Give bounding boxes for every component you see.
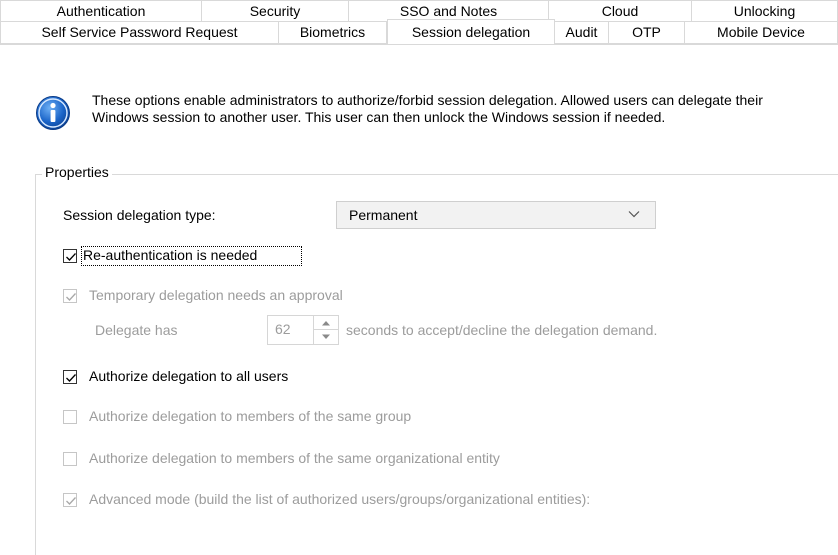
checkmark-icon [66,253,76,261]
same-entity-label[interactable]: Authorize delegation to members of the s… [89,450,500,466]
tab-session-delegation[interactable]: Session delegation [387,19,555,44]
tab-biometrics[interactable]: Biometrics [279,22,387,44]
delegation-type-select[interactable]: Permanent [336,201,656,229]
delegate-has-label: Delegate has [95,322,178,338]
tab-self-service-password-request[interactable]: Self Service Password Request [0,22,279,44]
properties-legend: Properties [42,164,112,180]
checkmark-icon [66,293,76,301]
authorize-all-checkbox[interactable] [63,370,77,384]
authorize-all-label[interactable]: Authorize delegation to all users [89,368,288,384]
checkmark-icon [66,497,76,505]
advanced-mode-label[interactable]: Advanced mode (build the list of authori… [89,491,590,507]
advanced-mode-checkbox[interactable] [63,493,77,507]
seconds-suffix-label: seconds to accept/decline the delegation… [346,322,658,338]
same-entity-checkbox[interactable] [63,452,77,466]
tab-cloud[interactable]: Cloud [549,0,692,22]
delegation-type-value: Permanent [349,207,418,223]
spin-down-icon[interactable] [314,330,338,344]
same-group-checkbox[interactable] [63,410,77,424]
tab-audit[interactable]: Audit [555,22,609,44]
temp-approval-label[interactable]: Temporary delegation needs an approval [89,287,343,303]
tab-security[interactable]: Security [202,0,349,22]
same-group-label[interactable]: Authorize delegation to members of the s… [89,408,411,424]
delegation-type-label: Session delegation type: [63,207,216,223]
reauth-label[interactable]: Re-authentication is needed [83,247,257,263]
spin-up-icon[interactable] [314,316,338,330]
tab-row-2: Self Service Password Request Biometrics… [0,19,838,44]
tab-mobile-device[interactable]: Mobile Device [685,22,838,44]
delegate-seconds-stepper[interactable]: 62 [267,315,339,345]
info-description: These options enable administrators to a… [92,92,763,125]
tab-authentication[interactable]: Authentication [0,0,202,22]
info-icon [35,95,71,131]
chevron-down-icon [627,207,641,221]
tab-unlocking[interactable]: Unlocking [692,0,838,22]
tab-otp[interactable]: OTP [609,22,685,44]
temp-approval-checkbox[interactable] [63,289,77,303]
stepper-buttons [313,316,338,344]
tab-panel-border [0,44,838,45]
delegate-seconds-value[interactable]: 62 [275,321,291,337]
reauth-checkbox[interactable] [63,249,77,263]
checkmark-icon [66,374,76,382]
